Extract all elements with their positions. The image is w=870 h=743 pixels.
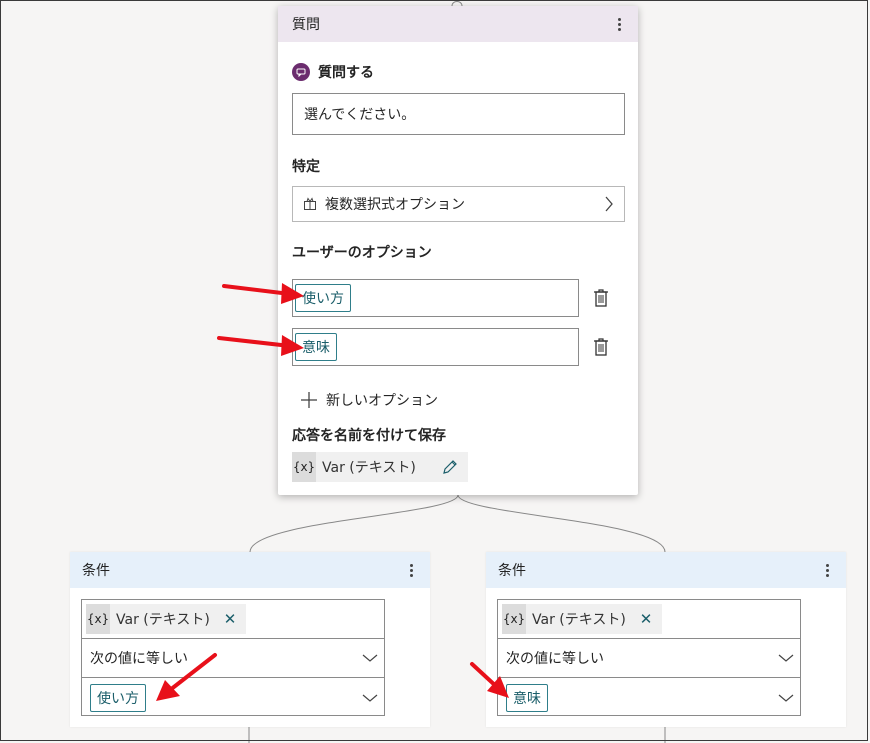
screenshot-border (0, 0, 868, 741)
